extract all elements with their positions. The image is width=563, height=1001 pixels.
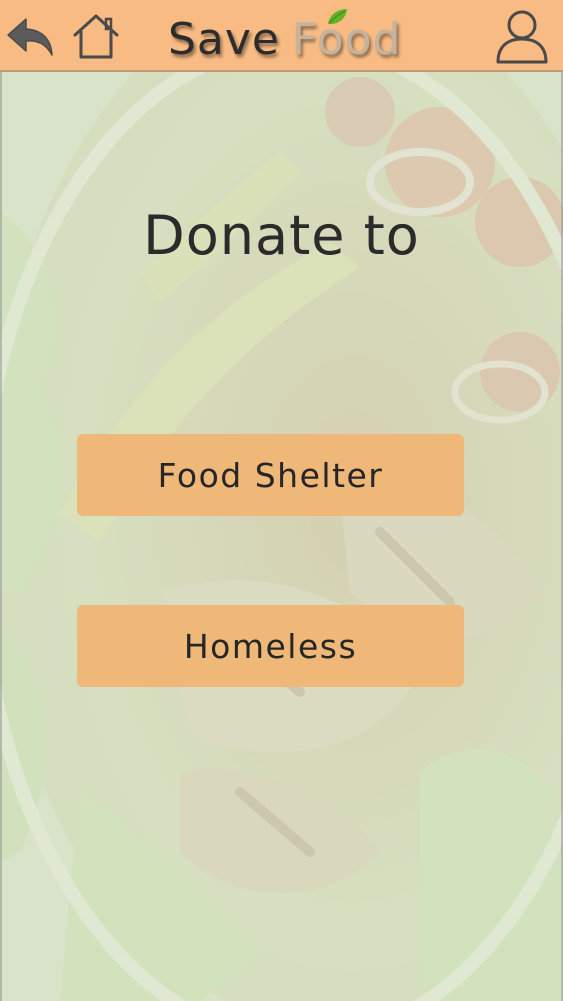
homeless-button[interactable]: Homeless	[77, 605, 464, 687]
user-icon	[496, 10, 548, 64]
home-icon	[73, 14, 119, 59]
brand-save-text: Save	[168, 13, 281, 65]
home-button[interactable]	[68, 8, 124, 64]
brand-logo: Save Food	[168, 8, 402, 70]
brand-food-wrap: Food	[292, 8, 402, 65]
profile-button[interactable]	[494, 8, 550, 64]
leaf-icon	[328, 8, 348, 24]
top-bar: Save Food	[0, 0, 563, 72]
back-button[interactable]	[2, 8, 58, 64]
back-arrow-icon	[7, 18, 53, 56]
food-shelter-button[interactable]: Food Shelter	[77, 434, 464, 516]
donate-screen: Save Food Donate to Food Shelter Homeles…	[0, 0, 563, 1001]
food-shelter-label: Food Shelter	[157, 455, 384, 495]
page-title: Donate to	[143, 204, 420, 267]
homeless-label: Homeless	[183, 626, 358, 666]
